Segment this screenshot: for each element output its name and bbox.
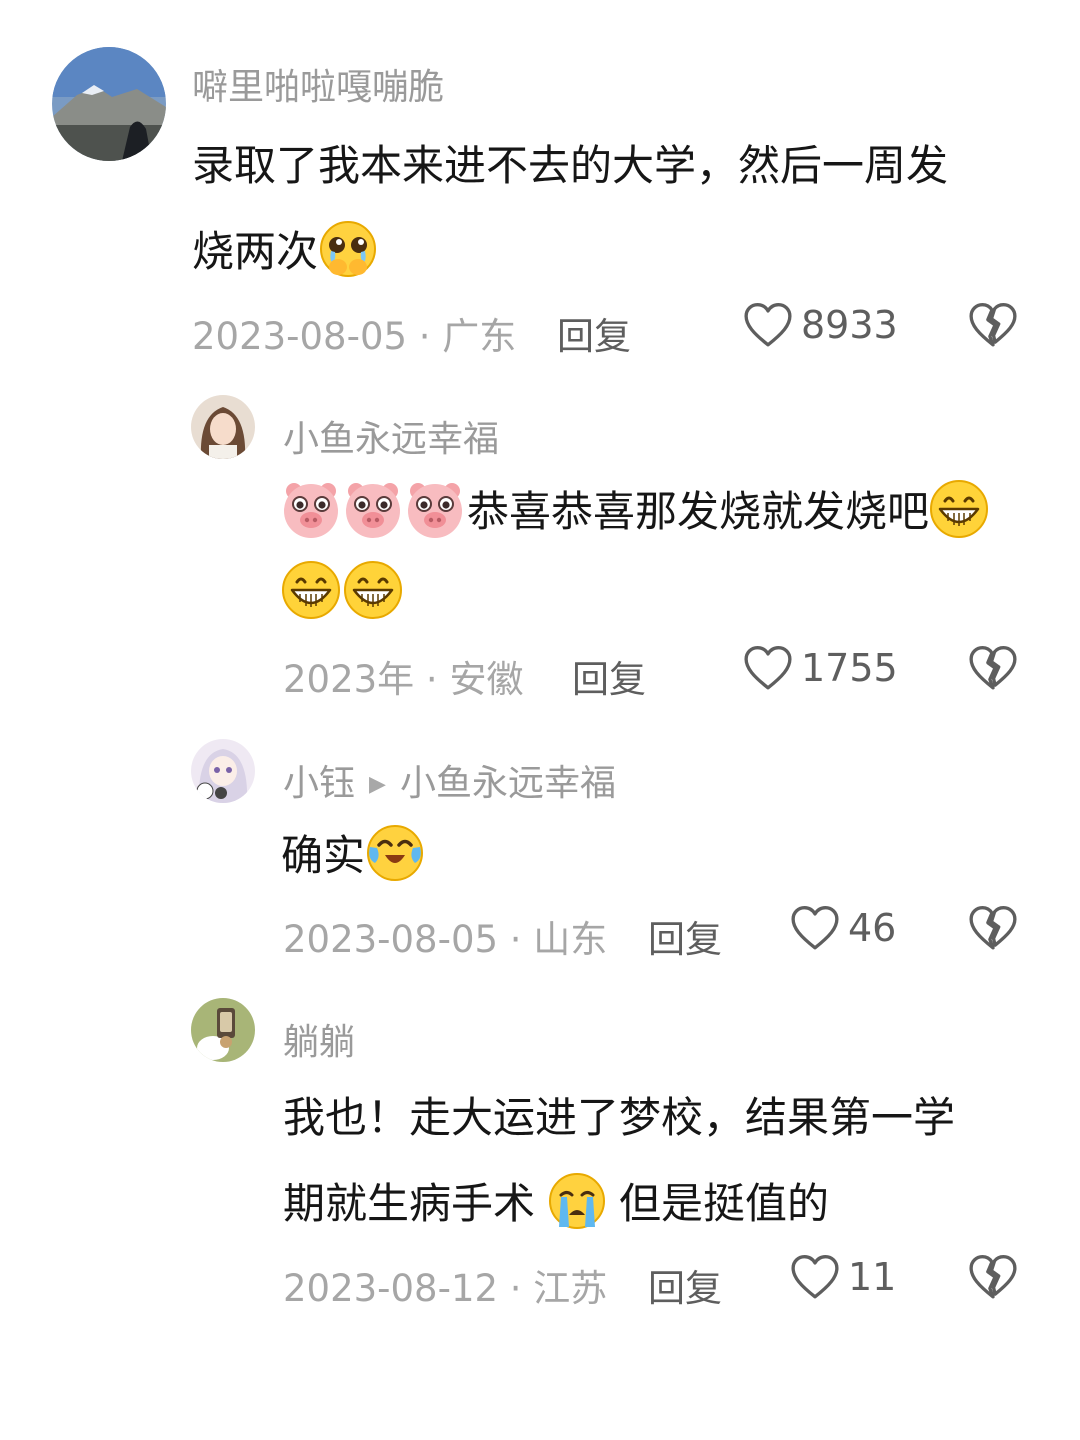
like-count: 8933	[801, 303, 898, 347]
comment-date-location: 2023年 · 安徽	[283, 658, 524, 701]
grin-emoji-icon	[929, 479, 989, 539]
reply-button[interactable]: 回复	[648, 1258, 722, 1312]
comment-date-location: 2023-08-12 · 江苏	[283, 1267, 608, 1310]
comment-text-line: 恭喜恭喜那发烧就发烧吧	[281, 478, 989, 539]
comment-text-line: 烧两次	[192, 218, 378, 279]
avatar[interactable]	[52, 47, 166, 161]
comment-text: 录取了我本来进不去的大学，然后一周发	[192, 141, 949, 190]
comment-text: 期就生病手术	[283, 1179, 536, 1228]
username: 小钰 ▶ 小鱼永远幸福	[283, 754, 616, 806]
like-button[interactable]: 46	[790, 905, 896, 951]
like-button[interactable]: 1755	[743, 645, 898, 691]
pleading-emoji-icon	[318, 219, 378, 279]
dislike-button[interactable]	[968, 905, 1018, 951]
heart-outline-icon	[743, 302, 793, 348]
avatar[interactable]	[191, 739, 255, 803]
reply-button[interactable]: 回复	[557, 306, 631, 360]
username[interactable]: 小鱼永远幸福	[283, 410, 499, 462]
pig-emoji-icon	[343, 479, 403, 539]
like-count: 46	[848, 906, 897, 950]
like-count: 11	[848, 1255, 897, 1299]
comment-text: 我也！走大运进了梦校，结果第一学	[283, 1093, 956, 1142]
username[interactable]: 噼里啪啦嘎嘣脆	[192, 58, 444, 110]
dislike-button[interactable]	[968, 302, 1018, 348]
grin-emoji-icon	[281, 560, 341, 620]
comment-text: 但是挺值的	[619, 1179, 830, 1228]
comment-text: 恭喜恭喜那发烧就发烧吧	[467, 487, 930, 536]
grin-emoji-icon	[343, 560, 403, 620]
heart-outline-icon	[790, 1254, 840, 1300]
comment-text: 确实	[281, 831, 366, 880]
comment-text-line: 我也！走大运进了梦校，结果第一学	[283, 1084, 955, 1145]
pig-emoji-icon	[281, 479, 341, 539]
tears-emoji-icon	[365, 823, 425, 883]
comment-item: 噼里啪啦嘎嘣脆 录取了我本来进不去的大学，然后一周发 烧两次 2023-08-0…	[0, 0, 1080, 380]
comment-date-location: 2023-08-05 · 山东	[283, 918, 608, 961]
like-count: 1755	[801, 646, 898, 690]
pig-emoji-icon	[405, 479, 465, 539]
comment-date-location: 2023-08-05 · 广东	[192, 315, 517, 358]
triangle-right-icon: ▶	[369, 772, 386, 797]
broken-heart-icon	[968, 1254, 1018, 1300]
avatar[interactable]	[191, 395, 255, 459]
comment-text-line: 确实	[281, 822, 425, 883]
dislike-button[interactable]	[968, 645, 1018, 691]
crying-emoji-icon	[547, 1171, 607, 1231]
comment-text: 烧两次	[192, 227, 319, 276]
comment-text-line: 期就生病手术 但是挺值的	[283, 1170, 829, 1231]
username-text[interactable]: 小钰	[283, 763, 355, 804]
reply-button[interactable]: 回复	[648, 909, 722, 963]
reply-to-username[interactable]: 小鱼永远幸福	[400, 763, 616, 804]
username[interactable]: 躺躺	[283, 1013, 355, 1065]
broken-heart-icon	[968, 905, 1018, 951]
like-button[interactable]: 11	[790, 1254, 896, 1300]
heart-outline-icon	[743, 645, 793, 691]
dislike-button[interactable]	[968, 1254, 1018, 1300]
heart-outline-icon	[790, 905, 840, 951]
comment-text-line	[281, 560, 403, 620]
avatar[interactable]	[191, 998, 255, 1062]
broken-heart-icon	[968, 645, 1018, 691]
like-button[interactable]: 8933	[743, 302, 898, 348]
reply-button[interactable]: 回复	[572, 649, 646, 703]
comment-text-line: 录取了我本来进不去的大学，然后一周发	[192, 132, 948, 193]
broken-heart-icon	[968, 302, 1018, 348]
